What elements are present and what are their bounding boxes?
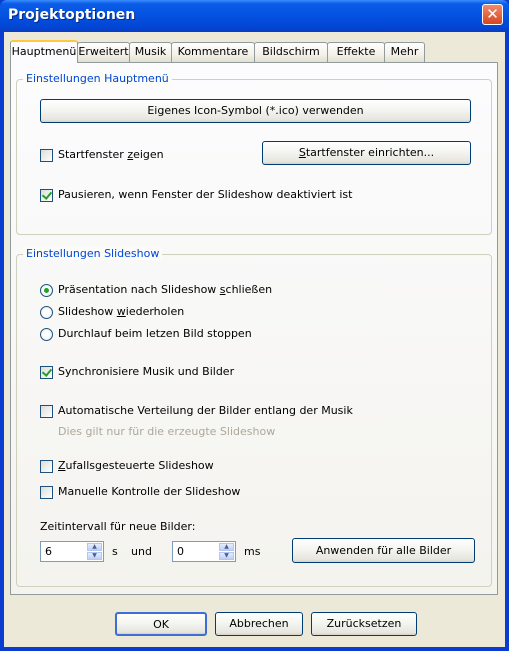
pause-label[interactable]: Pausieren, wenn Fenster der Slideshow de… [58, 188, 352, 201]
tab-erweitert[interactable]: Erweitert [77, 42, 130, 62]
auto-distribute-hint: Dies gilt nur für die erzeugte Slideshow [58, 425, 276, 438]
seconds-unit: s [112, 545, 118, 558]
reset-button[interactable]: Zurücksetzen [311, 612, 417, 636]
dialog-client: Hauptmenü Erweitert Musik Kommentare Bil… [4, 32, 505, 647]
spin-up-icon[interactable]: ▲ [219, 543, 234, 551]
auto-distribute-label[interactable]: Automatische Verteilung der Bilder entla… [58, 404, 353, 417]
random-slideshow-label[interactable]: Zufallsgesteuerte Slideshow [58, 459, 214, 472]
spin-down-icon[interactable]: ▼ [219, 552, 234, 560]
close-button[interactable]: ✕ [482, 4, 503, 25]
manual-control-label[interactable]: Manuelle Kontrolle der Slideshow [58, 485, 240, 498]
spin-up-icon[interactable]: ▲ [87, 543, 102, 551]
and-label: und [131, 545, 152, 558]
radio-stop-label[interactable]: Durchlauf beim letzen Bild stoppen [58, 327, 252, 340]
spin-down-icon[interactable]: ▼ [87, 552, 102, 560]
group-hauptmenu-settings: Einstellungen Hauptmenü Eigenes Icon-Sym… [16, 72, 492, 235]
tab-effekte[interactable]: Effekte [327, 42, 385, 62]
title-bar: Projektoptionen ✕ [0, 0, 509, 32]
group-slideshow-settings: Einstellungen Slideshow Präsentation nac… [16, 247, 492, 587]
sync-music-label[interactable]: Synchronisiere Musik und Bilder [58, 365, 234, 378]
tab-musik[interactable]: Musik [129, 42, 172, 62]
apply-all-button[interactable]: Anwenden für alle Bilder [292, 538, 475, 563]
auto-distribute-checkbox[interactable] [40, 405, 53, 418]
window-title: Projektoptionen [8, 7, 136, 23]
radio-repeat-label[interactable]: Slideshow wiederholen [58, 305, 184, 318]
radio-close-label[interactable]: Präsentation nach Slideshow schließen [58, 283, 272, 296]
seconds-spinbox[interactable]: 6 ▲ ▼ [40, 541, 104, 562]
group-slideshow-legend: Einstellungen Slideshow [23, 247, 163, 260]
cancel-button[interactable]: Abbrechen [215, 612, 303, 636]
ms-value[interactable]: 0 [177, 545, 184, 558]
random-slideshow-checkbox[interactable] [40, 460, 53, 473]
sync-music-checkbox[interactable] [40, 366, 53, 379]
startfenster-setup-button[interactable]: Startfenster einrichten... [262, 141, 471, 165]
seconds-value[interactable]: 6 [45, 545, 52, 558]
radio-stop-at-last[interactable] [40, 328, 53, 341]
group-hauptmenu-legend: Einstellungen Hauptmenü [23, 72, 172, 85]
tab-bildschirm[interactable]: Bildschirm [254, 42, 328, 62]
tab-panel-hauptmenu: Einstellungen Hauptmenü Eigenes Icon-Sym… [10, 62, 498, 595]
tab-hauptmenu[interactable]: Hauptmenü [10, 40, 78, 63]
interval-label: Zeitintervall für neue Bilder: [40, 520, 196, 533]
startfenster-checkbox[interactable] [40, 149, 53, 162]
seconds-spin-buttons[interactable]: ▲ ▼ [87, 543, 102, 560]
tab-kommentare[interactable]: Kommentare [171, 42, 255, 62]
radio-repeat-slideshow[interactable] [40, 306, 53, 319]
custom-icon-button[interactable]: Eigenes Icon-Symbol (*.ico) verwenden [40, 99, 471, 123]
startfenster-label[interactable]: Startfenster zeigen [58, 148, 164, 161]
tab-mehr[interactable]: Mehr [384, 42, 425, 62]
ok-button[interactable]: OK [115, 612, 207, 636]
ms-spin-buttons[interactable]: ▲ ▼ [219, 543, 234, 560]
pause-checkbox[interactable] [40, 189, 53, 202]
ms-spinbox[interactable]: 0 ▲ ▼ [172, 541, 236, 562]
radio-close-after-slideshow[interactable] [40, 284, 53, 297]
ms-unit: ms [244, 545, 261, 558]
dialog-window: Projektoptionen ✕ Hauptmenü Erweitert Mu… [0, 0, 509, 651]
manual-control-checkbox[interactable] [40, 486, 53, 499]
